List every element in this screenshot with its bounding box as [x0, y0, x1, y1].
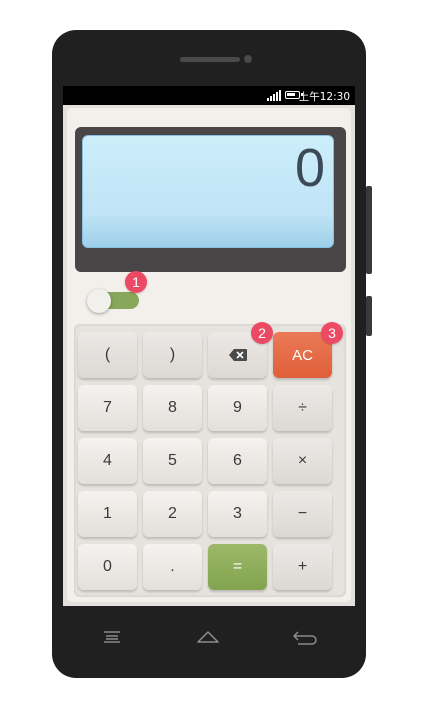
digit-5-key[interactable]: 5 [143, 438, 202, 484]
toggle-knob[interactable] [87, 289, 111, 313]
front-camera [244, 55, 252, 63]
display-screen: 0 [82, 135, 334, 248]
digit-8-label: 8 [168, 399, 177, 416]
earpiece-speaker [180, 57, 240, 62]
all-clear-label: AC [292, 346, 313, 364]
digit-0-key[interactable]: 0 [78, 544, 137, 590]
open-paren-label: ( [104, 346, 111, 363]
digit-1-key[interactable]: 1 [78, 491, 137, 537]
digit-3-label: 3 [233, 505, 242, 522]
digit-8-key[interactable]: 8 [143, 385, 202, 431]
digit-2-key[interactable]: 2 [143, 491, 202, 537]
digit-1-label: 1 [103, 505, 112, 522]
status-bar: 上午12:30 [63, 86, 355, 105]
calculator-app: 0 ( ) AC 7 8 9 ÷ 4 5 6 × 1 2 3 − 0 . = + [63, 105, 355, 606]
annotation-badge-1: 1 [125, 271, 147, 293]
digit-3-key[interactable]: 3 [208, 491, 267, 537]
close-paren-label: ) [169, 346, 176, 363]
screen: 上午12:30 0 ( ) AC 7 8 9 ÷ 4 5 6 × 1 2 3 −… [63, 86, 355, 606]
decimal-point-key[interactable]: . [143, 544, 202, 590]
digit-7-label: 7 [103, 399, 112, 416]
close-paren-key[interactable]: ) [143, 332, 202, 378]
digit-6-key[interactable]: 6 [208, 438, 267, 484]
digit-6-label: 6 [233, 452, 242, 469]
digit-2-label: 2 [168, 505, 177, 522]
status-time: 上午12:30 [298, 91, 350, 103]
minus-label: − [297, 505, 308, 522]
home-icon[interactable] [197, 630, 219, 644]
multiply-label: × [297, 452, 308, 469]
divide-key[interactable]: ÷ [273, 385, 332, 431]
display-frame: 0 [75, 127, 346, 272]
digit-4-key[interactable]: 4 [78, 438, 137, 484]
digit-0-label: 0 [103, 558, 112, 575]
annotation-badge-3: 3 [321, 322, 343, 344]
decimal-point-label: . [170, 558, 175, 575]
toggle-switch[interactable] [87, 289, 139, 313]
plus-key[interactable]: + [273, 544, 332, 590]
battery-level [287, 93, 295, 96]
backspace-icon [228, 348, 247, 361]
digit-4-label: 4 [103, 452, 112, 469]
minus-key[interactable]: − [273, 491, 332, 537]
multiply-key[interactable]: × [273, 438, 332, 484]
digit-5-label: 5 [168, 452, 177, 469]
divide-label: ÷ [298, 399, 307, 416]
power-button[interactable] [366, 296, 372, 336]
digit-9-key[interactable]: 9 [208, 385, 267, 431]
plus-label: + [297, 558, 308, 575]
digit-7-key[interactable]: 7 [78, 385, 137, 431]
signal-bars-icon [267, 90, 281, 101]
menu-icon[interactable] [103, 630, 121, 644]
keypad: ( ) AC 7 8 9 ÷ 4 5 6 × 1 2 3 − 0 . = + [74, 324, 346, 597]
volume-button[interactable] [366, 186, 372, 274]
back-icon[interactable] [292, 630, 318, 646]
digit-9-label: 9 [233, 399, 242, 416]
equals-label: = [232, 558, 243, 575]
calculator-body: 0 ( ) AC 7 8 9 ÷ 4 5 6 × 1 2 3 − 0 . = + [67, 108, 351, 602]
open-paren-key[interactable]: ( [78, 332, 137, 378]
equals-key[interactable]: = [208, 544, 267, 590]
annotation-badge-2: 2 [251, 322, 273, 344]
display-value: 0 [294, 138, 325, 198]
